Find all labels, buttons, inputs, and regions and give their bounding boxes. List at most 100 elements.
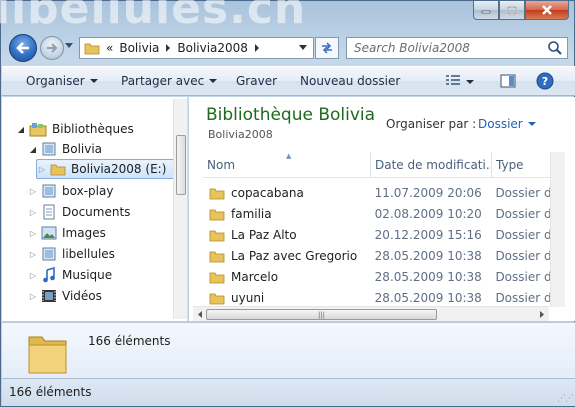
tree-item-label: Musique	[62, 268, 113, 282]
tree-item-music[interactable]: ▷ Musique	[28, 265, 112, 285]
library-icon	[42, 142, 56, 156]
tree-item-label: libellules	[62, 247, 115, 261]
expand-triangle-icon[interactable]: ▷	[28, 271, 38, 280]
row-name: Marcelo	[231, 269, 279, 284]
scrollbar-thumb[interactable]: |||	[206, 309, 437, 320]
tree-item-images[interactable]: ▷ Images	[28, 223, 106, 243]
collapse-triangle-icon[interactable]: ◢	[28, 145, 38, 154]
tree-item-documents[interactable]: ▷ Documents	[28, 202, 130, 222]
status-bar: 166 éléments ⋰⋰	[2, 378, 575, 406]
library-subtitle: Bolivia2008	[208, 128, 273, 141]
content-pane: Bibliothèque Bolivia Bolivia2008 Organis…	[189, 97, 575, 321]
close-icon	[542, 5, 552, 15]
table-row[interactable]: copacabana 11.07.2009 20:06 Dossier de	[203, 182, 559, 203]
help-icon: ?	[536, 72, 554, 90]
tree-item-box-play[interactable]: ▷ box-play	[28, 181, 114, 201]
expand-triangle-icon[interactable]: ▷	[28, 208, 38, 217]
window-controls	[473, 1, 569, 21]
table-row[interactable]: La Paz Alto 20.12.2009 15:16 Dossier de	[203, 224, 559, 245]
details-item-count: 166 éléments	[88, 334, 171, 348]
recent-pages-dropdown[interactable]	[65, 43, 73, 49]
tree-item-libellules[interactable]: ▷ libellules	[28, 244, 115, 264]
videos-icon	[42, 290, 56, 302]
arrange-by-label: Organiser par :	[386, 117, 477, 131]
tree-item-libraries[interactable]: ◢ Bibliothèques	[16, 119, 134, 139]
breadcrumb-bolivia2008[interactable]: Bolivia2008	[177, 41, 248, 55]
expand-triangle-icon[interactable]: ▷	[28, 292, 38, 301]
scroll-right-icon[interactable]	[537, 308, 547, 321]
expand-triangle-icon[interactable]: ▷	[37, 165, 47, 174]
search-input[interactable]: Search Bolivia2008	[354, 41, 547, 55]
chevron-right-icon[interactable]	[254, 44, 260, 52]
view-options-button[interactable]	[445, 74, 474, 89]
close-button[interactable]	[525, 1, 569, 20]
content-vertical-scrollbar[interactable]	[550, 152, 565, 307]
chevron-right-icon[interactable]	[165, 44, 171, 52]
arrow-right-icon	[47, 43, 58, 53]
forward-button[interactable]	[40, 36, 64, 60]
resize-grip-icon[interactable]: ⋰⋰	[557, 394, 574, 404]
table-row[interactable]: familia 02.08.2009 10:20 Dossier de	[203, 203, 559, 224]
breadcrumb-bolivia[interactable]: Bolivia	[119, 41, 159, 55]
back-button[interactable]	[9, 34, 37, 62]
table-row[interactable]: uyuni 28.05.2009 10:38 Dossier de	[203, 287, 559, 308]
images-icon	[41, 226, 57, 240]
row-type: Dossier de	[495, 227, 559, 242]
search-box[interactable]: Search Bolivia2008	[346, 37, 568, 59]
tree-item-videos[interactable]: ▷ Vidéos	[28, 286, 102, 306]
tree-item-label: Images	[62, 226, 106, 240]
row-date: 28.05.2009 10:38	[374, 269, 482, 284]
tree-item-bolivia2008-drive[interactable]: ▷ Bolivia2008 (E:)	[36, 159, 176, 179]
chevron-down-icon	[527, 122, 536, 126]
documents-icon	[43, 204, 55, 220]
chevron-down-icon	[89, 79, 98, 83]
new-folder-button[interactable]: Nouveau dossier	[300, 74, 400, 88]
column-header-date[interactable]: Date de modificati...	[371, 152, 492, 178]
share-menu-button[interactable]: Partager avec	[121, 74, 218, 88]
folder-icon	[209, 230, 225, 241]
column-header-type[interactable]: Type	[492, 152, 559, 178]
address-history-dropdown[interactable]	[299, 45, 308, 51]
expand-triangle-icon[interactable]: ▷	[28, 229, 38, 238]
status-item-count: 166 éléments	[9, 385, 92, 399]
row-date: 28.05.2009 10:38	[374, 248, 482, 263]
burn-button[interactable]: Graver	[236, 74, 277, 88]
help-button[interactable]: ?	[536, 72, 554, 93]
preview-pane-button[interactable]	[500, 74, 516, 91]
organise-menu-button[interactable]: Organiser	[26, 74, 98, 88]
refresh-icon	[322, 42, 332, 54]
search-icon[interactable]	[547, 40, 563, 56]
address-overflow-chevrons[interactable]: «	[106, 41, 113, 55]
arrange-by-dropdown[interactable]: Dossier	[478, 117, 536, 131]
maximize-button[interactable]	[499, 1, 525, 20]
address-bar[interactable]: « Bolivia Bolivia2008	[79, 37, 314, 59]
row-date: 02.08.2009 10:20	[374, 206, 482, 221]
content-horizontal-scrollbar[interactable]: |||	[193, 306, 549, 321]
scrollbar-thumb[interactable]	[176, 135, 186, 195]
table-row[interactable]: Marcelo 28.05.2009 10:38 Dossier de	[203, 266, 559, 287]
scroll-left-icon[interactable]	[195, 308, 205, 321]
collapse-triangle-icon[interactable]: ◢	[16, 125, 26, 134]
expand-triangle-icon[interactable]: ▷	[28, 250, 38, 259]
tree-item-label: Bibliothèques	[52, 122, 134, 136]
row-date: 11.07.2009 20:06	[374, 185, 482, 200]
share-label: Partager avec	[121, 74, 205, 88]
maximize-icon	[507, 5, 517, 15]
refresh-button[interactable]	[315, 37, 339, 59]
svg-text:?: ?	[542, 75, 548, 88]
minimize-button[interactable]	[473, 1, 499, 20]
organise-label: Organiser	[26, 74, 85, 88]
table-row[interactable]: La Paz avec Gregorio 28.05.2009 10:38 Do…	[203, 245, 559, 266]
tree-item-bolivia[interactable]: ◢ Bolivia	[28, 139, 102, 159]
row-type: Dossier de	[495, 290, 559, 305]
folder-icon	[209, 272, 225, 283]
column-header-name[interactable]: Nom	[203, 152, 371, 178]
navigation-scrollbar[interactable]	[173, 99, 187, 319]
row-name: uyuni	[231, 290, 265, 305]
row-type: Dossier de	[495, 269, 559, 284]
chevron-down-icon	[466, 80, 474, 84]
expand-triangle-icon[interactable]: ▷	[28, 187, 38, 196]
row-date: 28.05.2009 10:38	[374, 290, 482, 305]
folder-icon	[209, 251, 225, 262]
library-title: Bibliothèque Bolivia	[206, 105, 376, 125]
